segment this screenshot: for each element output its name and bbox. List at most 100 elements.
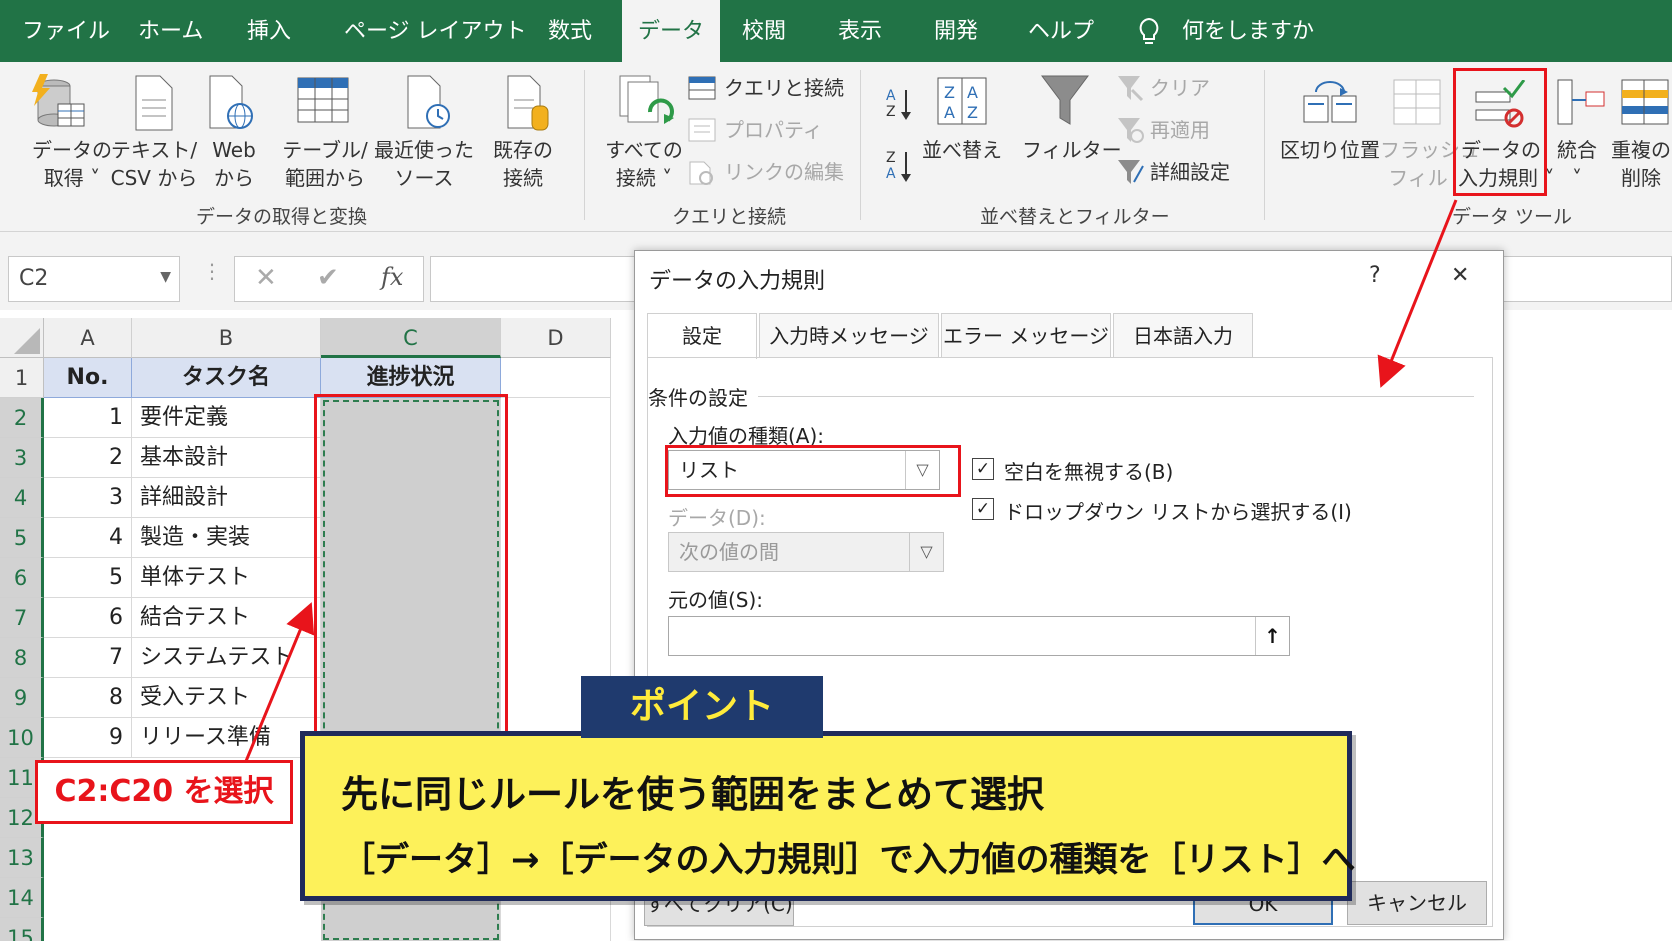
tab-view[interactable]: 表示 (838, 0, 882, 62)
range-highlight-box (314, 394, 508, 770)
column-header-a[interactable]: A (44, 318, 132, 358)
row-header[interactable]: 7 (0, 598, 44, 638)
tab-error-message[interactable]: エラー メッセージ (941, 313, 1111, 357)
row-header[interactable]: 4 (0, 478, 44, 518)
remove-duplicates-button[interactable]: 重複の 削除 (1610, 136, 1672, 192)
svg-text:Z: Z (967, 103, 978, 122)
help-button[interactable]: ? (1369, 263, 1381, 288)
column-header-d[interactable]: D (501, 318, 611, 358)
svg-text:Z: Z (886, 150, 896, 166)
table-row-task[interactable]: 要件定義 (132, 398, 321, 438)
table-row-task[interactable]: 基本設計 (132, 438, 321, 478)
from-text-csv-button[interactable]: テキスト/CSV から (104, 136, 204, 192)
reapply-button[interactable]: 再適用 (1150, 116, 1210, 144)
row-header[interactable]: 1 (0, 358, 44, 398)
table-row-task[interactable]: 製造・実装 (132, 518, 321, 558)
name-box[interactable]: C2 ▼ (8, 256, 180, 302)
from-web-button[interactable]: Web から (206, 136, 262, 192)
table-row-task[interactable]: 結合テスト (132, 598, 321, 638)
row-header[interactable]: 8 (0, 638, 44, 678)
table-row-no[interactable]: 9 (44, 718, 132, 758)
tab-home[interactable]: ホーム (138, 0, 203, 62)
column-header-c[interactable]: C (321, 318, 501, 358)
edit-links-button[interactable]: リンクの編集 (724, 158, 844, 186)
cancel-x-icon[interactable]: ✕ (255, 263, 277, 293)
table-row-no[interactable]: 6 (44, 598, 132, 638)
close-icon[interactable]: ✕ (1451, 263, 1469, 288)
tab-file[interactable]: ファイル (22, 0, 110, 62)
tab-data[interactable]: データ (622, 0, 720, 62)
filter-button[interactable]: フィルター (1022, 136, 1122, 164)
tab-settings[interactable]: 設定 (647, 313, 757, 359)
row-header[interactable]: 2 (0, 398, 44, 438)
data-operator-select[interactable]: 次の値の間 ▽ (668, 532, 944, 572)
tab-input-message[interactable]: 入力時メッセージ (759, 313, 939, 357)
tab-page-layout[interactable]: ページ レイアウト (344, 0, 527, 62)
data-operator-value: 次の値の間 (679, 540, 779, 564)
row-header[interactable]: 13 (0, 838, 44, 878)
group-queries-label: クエリと接続 (672, 206, 787, 228)
sort-button[interactable]: 並べ替え (920, 136, 1004, 164)
tab-help[interactable]: ヘルプ (1028, 0, 1094, 62)
cancel-button[interactable]: キャンセル (1347, 881, 1487, 925)
chevron-down-icon[interactable]: ▽ (909, 533, 943, 571)
in-cell-dropdown-checkbox[interactable]: ✓ (972, 498, 994, 520)
cell-d1[interactable] (501, 358, 611, 398)
tab-review[interactable]: 校閲 (742, 0, 786, 62)
row-header[interactable]: 5 (0, 518, 44, 558)
table-row-task[interactable]: 受入テスト (132, 678, 321, 718)
chevron-down-icon[interactable]: ▼ (160, 269, 171, 285)
row-header[interactable]: 14 (0, 878, 44, 918)
table-row-no[interactable]: 5 (44, 558, 132, 598)
source-label: 元の値(S): (668, 588, 764, 612)
row-header[interactable]: 6 (0, 558, 44, 598)
insert-function-icon[interactable]: fx (381, 263, 403, 291)
table-row-task[interactable]: 詳細設計 (132, 478, 321, 518)
table-row-task[interactable]: 単体テスト (132, 558, 321, 598)
text-to-columns-button[interactable]: 区切り位置 (1280, 136, 1380, 164)
properties-button[interactable]: プロパティ (724, 116, 823, 144)
column-header-b[interactable]: B (132, 318, 321, 358)
enter-check-icon[interactable]: ✔ (317, 263, 339, 293)
point-line-2: ［データ］→［データの入力規則］で入力値の種類を［リスト］へ (341, 840, 1356, 880)
table-row-no[interactable]: 7 (44, 638, 132, 678)
table-row-task[interactable]: システムテスト (132, 638, 321, 678)
header-cell-no[interactable]: No. (44, 358, 132, 398)
tab-insert[interactable]: 挿入 (247, 0, 291, 62)
point-line-1: 先に同じルールを使う範囲をまとめて選択 (341, 773, 1044, 816)
header-cell-task[interactable]: タスク名 (132, 358, 321, 398)
table-row-no[interactable]: 3 (44, 478, 132, 518)
refresh-all-button[interactable]: すべての 接続 ˅ (594, 136, 694, 192)
ribbon-separator (860, 70, 861, 220)
clear-button[interactable]: クリア (1150, 74, 1210, 102)
ignore-blank-label: 空白を無視する(B) (1004, 460, 1174, 484)
table-row-task[interactable]: リリース準備 (132, 718, 321, 758)
advanced-filter-button[interactable]: 詳細設定 (1150, 158, 1230, 186)
table-row-no[interactable]: 1 (44, 398, 132, 438)
tell-me-search[interactable]: 何をしますか (1182, 0, 1314, 62)
point-tag: ポイント (581, 676, 823, 738)
consolidate-button[interactable]: 統合 ˅ (1548, 136, 1606, 192)
header-cell-progress[interactable]: 進捗状況 (321, 358, 501, 398)
table-row-no[interactable]: 8 (44, 678, 132, 718)
table-row-no[interactable]: 4 (44, 518, 132, 558)
tab-developer[interactable]: 開発 (934, 0, 978, 62)
flash-fill-button[interactable]: フラッシュ フィル (1380, 136, 1480, 192)
source-input[interactable]: ↑ (668, 616, 1290, 656)
row-header[interactable]: 3 (0, 438, 44, 478)
tab-ime-mode[interactable]: 日本語入力 (1113, 313, 1253, 357)
tab-formulas[interactable]: 数式 (548, 0, 592, 62)
row-header[interactable]: 15 (0, 918, 44, 941)
clear-filter-icon (1118, 76, 1144, 102)
row-header[interactable]: 10 (0, 718, 44, 758)
queries-connections-button[interactable]: クエリと接続 (724, 74, 844, 102)
ignore-blank-checkbox[interactable]: ✓ (972, 458, 994, 480)
range-picker-icon[interactable]: ↑ (1255, 617, 1289, 655)
from-table-range-button[interactable]: テーブル/範囲から (282, 136, 368, 192)
select-all-corner[interactable] (0, 318, 44, 358)
recent-sources-button[interactable]: 最近使った ソース (372, 136, 476, 192)
row-header[interactable]: 9 (0, 678, 44, 718)
existing-connections-button[interactable]: 既存の 接続 (490, 136, 556, 192)
group-data-tools-label: データ ツール (1452, 206, 1573, 228)
table-row-no[interactable]: 2 (44, 438, 132, 478)
